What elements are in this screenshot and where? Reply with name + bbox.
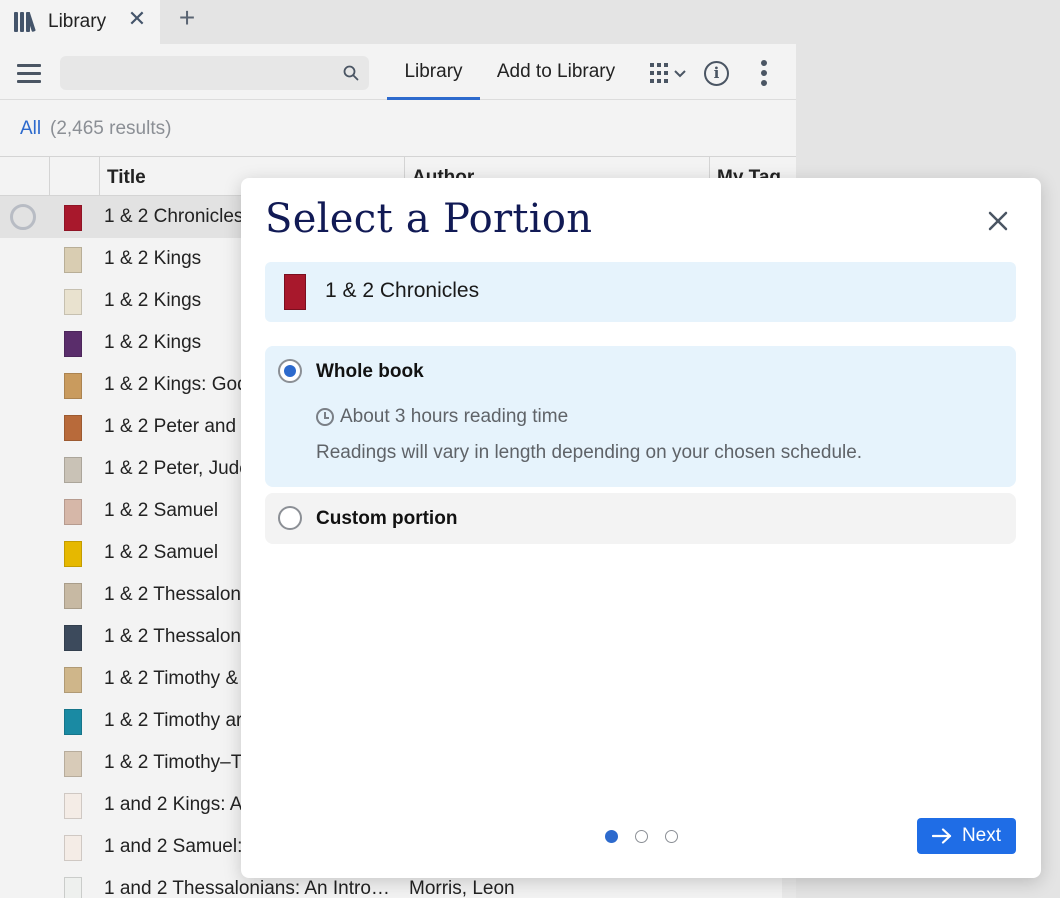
row-title: 1 & 2 Samuel (104, 542, 219, 563)
book-cover-image (64, 709, 82, 735)
row-title: 1 & 2 Kings: God (104, 374, 248, 395)
whole-book-radio[interactable] (278, 359, 302, 383)
row-title: 1 & 2 Peter and J (104, 416, 251, 437)
custom-portion-label: Custom portion (316, 508, 458, 529)
arrow-right-icon (931, 828, 952, 844)
library-toolbar: Library Add to Library i (0, 44, 796, 100)
row-title: 1 & 2 Thessaloni (104, 626, 246, 647)
clock-icon (316, 408, 334, 426)
reading-time: About 3 hours reading time (316, 406, 568, 428)
select-portion-dialog: Select a Portion 1 & 2 Chronicles Whole … (241, 178, 1041, 878)
menu-icon[interactable] (17, 64, 41, 83)
book-cover-image (64, 331, 82, 357)
reading-description: Readings will vary in length depending o… (316, 442, 863, 463)
more-options-icon[interactable] (760, 60, 768, 86)
info-icon[interactable]: i (704, 61, 729, 86)
book-cover-image (64, 877, 82, 898)
close-tab-icon[interactable]: ✕ (124, 6, 150, 32)
close-icon[interactable] (985, 208, 1011, 234)
row-author: Morris, Leon (409, 878, 515, 898)
row-title: 1 & 2 Kings (104, 248, 202, 269)
book-cover-image (64, 583, 82, 609)
row-title: 1 and 2 Thessalonians: An Intro… (104, 878, 390, 898)
book-cover-image (64, 751, 82, 777)
book-cover-image (64, 625, 82, 651)
book-cover-image (64, 667, 82, 693)
book-cover-image (284, 274, 306, 310)
filter-all-link[interactable]: All (20, 118, 41, 140)
custom-portion-radio[interactable] (278, 506, 302, 530)
row-select-radio[interactable] (10, 204, 36, 230)
row-title: 1 & 2 Samuel (104, 500, 219, 521)
row-title: 1 & 2 Peter, Jude (104, 458, 250, 479)
step-indicator (605, 830, 685, 844)
book-cover-image (64, 835, 82, 861)
results-count: (2,465 results) (50, 118, 172, 139)
row-title: 1 & 2 Timothy–T (104, 752, 243, 773)
book-cover-image (64, 415, 82, 441)
option-custom-portion[interactable]: Custom portion (265, 493, 1016, 544)
step-dot-1 (605, 830, 618, 843)
row-title: 1 & 2 Chronicles (104, 206, 244, 227)
tab-library-view[interactable]: Library (387, 44, 480, 100)
row-title: 1 & 2 Kings (104, 290, 202, 311)
book-cover-image (64, 793, 82, 819)
search-icon[interactable] (343, 65, 359, 81)
library-icon (14, 11, 38, 32)
row-title: 1 & 2 Timothy & (104, 668, 239, 689)
whole-book-label: Whole book (316, 361, 424, 382)
selected-book-title: 1 & 2 Chronicles (325, 279, 480, 302)
dialog-title: Select a Portion (265, 196, 593, 242)
tab-title: Library (48, 11, 107, 32)
column-title[interactable]: Title (107, 167, 146, 189)
new-tab-icon[interactable]: + (173, 4, 201, 32)
next-button-label: Next (961, 825, 1002, 846)
reading-time-text: About 3 hours reading time (340, 406, 569, 427)
row-title: 1 & 2 Kings (104, 332, 202, 353)
book-cover-image (64, 457, 82, 483)
filter-bar: All (2,465 results) (0, 101, 796, 156)
view-options-icon[interactable] (648, 62, 688, 84)
book-cover-image (64, 205, 82, 231)
search-input[interactable] (60, 56, 369, 90)
row-title: 1 & 2 Thessaloni (104, 584, 246, 605)
tab-bar: Library ✕ + (0, 0, 1060, 44)
book-cover-image (64, 247, 82, 273)
book-cover-image (64, 373, 82, 399)
next-button[interactable]: Next (917, 818, 1016, 854)
tab-add-to-library[interactable]: Add to Library (486, 44, 626, 100)
book-cover-image (64, 499, 82, 525)
step-dot-2 (635, 830, 648, 843)
step-dot-3 (665, 830, 678, 843)
selected-book-banner: 1 & 2 Chronicles (265, 262, 1016, 322)
row-title: 1 and 2 Kings: A (104, 794, 243, 815)
row-title: 1 & 2 Timothy ar (104, 710, 243, 731)
option-whole-book[interactable]: Whole book About 3 hours reading time Re… (265, 346, 1016, 487)
book-cover-image (64, 541, 82, 567)
row-title: 1 and 2 Samuel: (104, 836, 243, 857)
book-cover-image (64, 289, 82, 315)
